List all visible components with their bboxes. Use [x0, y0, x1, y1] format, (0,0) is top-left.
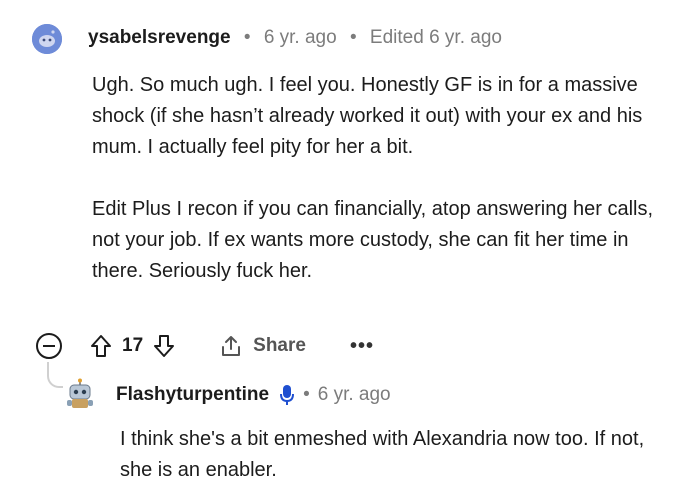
reply-timestamp[interactable]: 6 yr. ago — [318, 383, 391, 407]
comment-paragraph: Ugh. So much ugh. I feel you. Honestly G… — [92, 74, 643, 158]
snoo-avatar-icon — [32, 24, 62, 54]
reply-text: I think she's a bit enmeshed with Alexan… — [120, 428, 645, 481]
robot-avatar-icon — [67, 378, 93, 408]
share-button[interactable]: Share — [219, 334, 306, 358]
comment-body: Ugh. So much ugh. I feel you. Honestly G… — [92, 70, 672, 287]
comment-username[interactable]: ysabelsrevenge — [88, 27, 231, 48]
reply-username[interactable]: Flashyturpentine — [116, 383, 269, 407]
share-label: Share — [253, 335, 306, 356]
meta-separator: • — [349, 27, 357, 48]
meta-separator: • — [303, 384, 310, 405]
comment-action-bar: 17 Share ••• — [90, 330, 374, 362]
collapse-thread-button[interactable] — [36, 333, 62, 359]
share-icon — [222, 336, 241, 356]
vote-count: 17 — [122, 335, 144, 356]
downvote-button[interactable] — [153, 334, 175, 358]
meta-separator: • — [243, 27, 251, 48]
reply-meta: Flashyturpentine • 6 yr. ago — [116, 383, 391, 407]
upvote-button[interactable] — [90, 334, 112, 358]
user-avatar[interactable] — [32, 24, 62, 54]
thread-line — [47, 362, 63, 388]
more-options-button[interactable]: ••• — [350, 336, 374, 356]
comment-edited-timestamp: Edited 6 yr. ago — [369, 27, 502, 48]
microphone-icon — [279, 384, 295, 406]
reply-user-avatar[interactable] — [63, 378, 97, 412]
reply-body: I think she's a bit enmeshed with Alexan… — [120, 424, 680, 486]
comment-paragraph: Edit Plus I recon if you can financially… — [92, 198, 654, 282]
upvote-arrow-icon — [91, 335, 111, 357]
comment-meta: ysabelsrevenge • 6 yr. ago • Edited 6 yr… — [88, 26, 502, 50]
downvote-arrow-icon — [154, 335, 175, 357]
comment-timestamp[interactable]: 6 yr. ago — [264, 27, 337, 48]
